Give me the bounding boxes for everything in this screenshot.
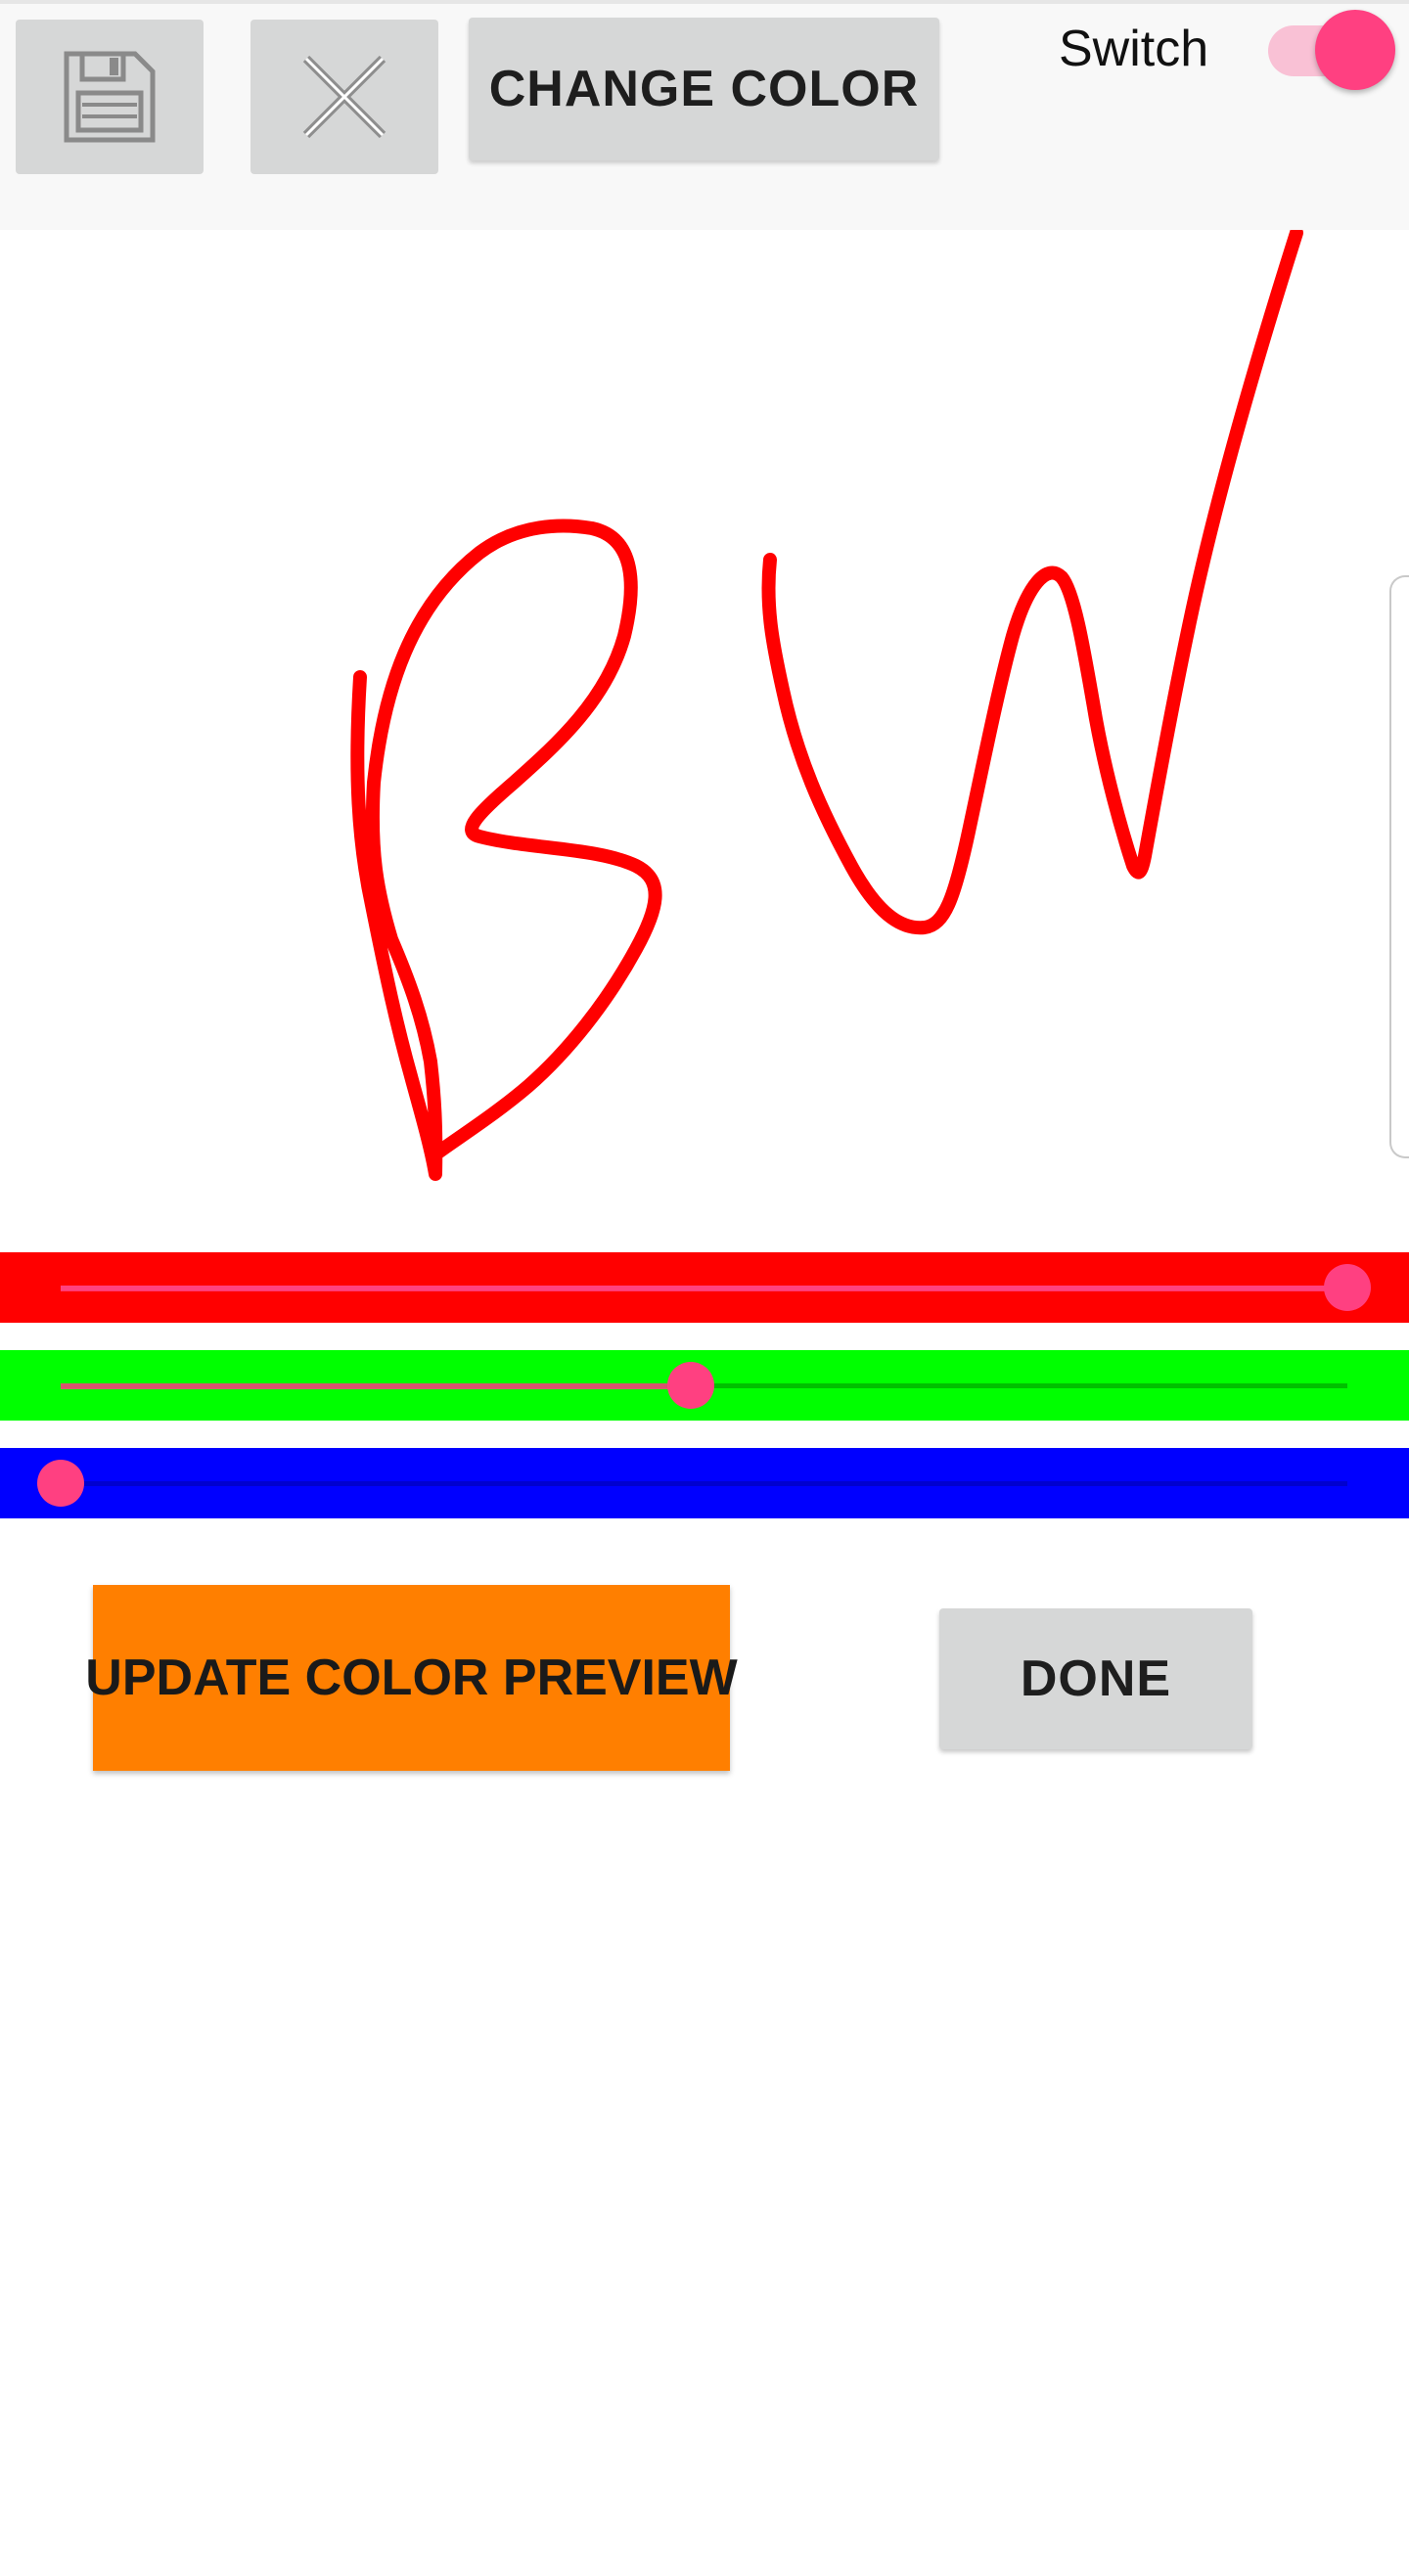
edge-handle[interactable] bbox=[1389, 575, 1409, 1158]
toolbar: CHANGE COLOR Switch bbox=[0, 0, 1409, 230]
red-slider-thumb[interactable] bbox=[1324, 1264, 1371, 1311]
switch-thumb[interactable] bbox=[1315, 10, 1395, 90]
switch-label: Switch bbox=[1059, 21, 1209, 77]
drawing-strokes bbox=[350, 230, 1303, 1181]
floppy-disk-icon bbox=[61, 48, 159, 146]
save-button[interactable] bbox=[16, 20, 204, 174]
red-slider[interactable] bbox=[0, 1252, 1409, 1323]
close-icon bbox=[300, 53, 388, 141]
clear-button[interactable] bbox=[250, 20, 438, 174]
blue-slider-thumb[interactable] bbox=[37, 1460, 84, 1507]
drawing-canvas[interactable] bbox=[0, 230, 1409, 1252]
green-slider-thumb[interactable] bbox=[667, 1362, 715, 1409]
blue-slider[interactable] bbox=[0, 1448, 1409, 1518]
blue-slider-track[interactable] bbox=[61, 1481, 1347, 1486]
done-button[interactable]: DONE bbox=[939, 1608, 1252, 1749]
change-color-button[interactable]: CHANGE COLOR bbox=[469, 18, 939, 160]
status-divider bbox=[0, 0, 1409, 4]
red-slider-fill bbox=[61, 1286, 1347, 1291]
stroke-b-stem bbox=[350, 519, 662, 1181]
green-slider-fill bbox=[61, 1383, 692, 1389]
stroke-w bbox=[761, 230, 1303, 935]
green-slider[interactable] bbox=[0, 1350, 1409, 1421]
update-color-preview-button[interactable]: UPDATE COLOR PREVIEW bbox=[85, 1585, 738, 1771]
paint-screen: CHANGE COLOR Switch UPDATE COLOR PREVIEW… bbox=[0, 0, 1409, 2576]
